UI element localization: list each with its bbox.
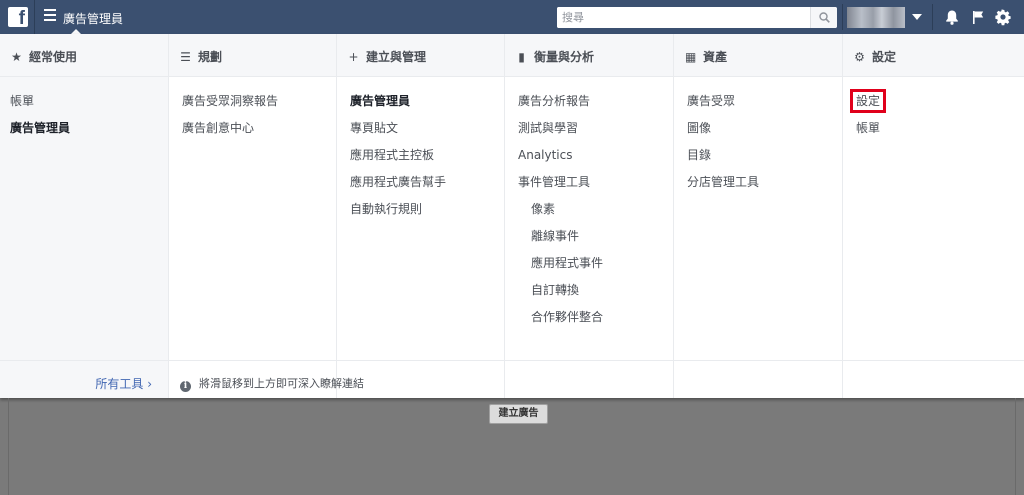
menu-item-billing[interactable]: 帳單	[843, 121, 1024, 148]
top-navigation-bar: f 廣告管理員	[0, 0, 1024, 35]
column-settings: ⚙ 設定 設定 帳單	[843, 34, 1024, 398]
menu-item-ads-reporting[interactable]: 廣告分析報告	[505, 94, 673, 121]
create-ad-button[interactable]: 建立廣告	[489, 404, 548, 424]
menu-item-analytics[interactable]: Analytics	[505, 148, 673, 175]
tools-menu-panel: ★ 經常使用 帳單 廣告管理員 ☰ 規劃 廣告受眾洞察報告 廣告創意中心 + 建立與管…	[0, 34, 1024, 398]
menu-item-app-ads-helper[interactable]: 應用程式廣告幫手	[337, 175, 504, 202]
hover-hint: i 將滑鼠移到上方即可深入瞭解連結	[180, 375, 364, 392]
divider	[842, 4, 843, 30]
menu-item-app-dashboard[interactable]: 應用程式主控板	[337, 148, 504, 175]
panel-footer: 所有工具 › i 將滑鼠移到上方即可深入瞭解連結	[0, 360, 1024, 398]
search-box	[557, 7, 837, 28]
menu-item-audiences[interactable]: 廣告受眾	[674, 94, 842, 121]
menu-item-store-locations[interactable]: 分店管理工具	[674, 175, 842, 202]
plus-icon: +	[348, 50, 359, 64]
chevron-right-icon: ›	[147, 377, 152, 391]
menu-item-ads-manager[interactable]: 廣告管理員	[0, 121, 168, 148]
column-frequently-used: ★ 經常使用 帳單 廣告管理員	[0, 34, 169, 398]
profile-avatar[interactable]	[847, 7, 905, 28]
menu-item-events-manager[interactable]: 事件管理工具	[505, 175, 673, 202]
menu-item-page-posts[interactable]: 專頁貼文	[337, 121, 504, 148]
menu-item-ads-manager[interactable]: 廣告管理員	[337, 94, 504, 121]
gear-icon: ⚙	[854, 50, 865, 64]
column-create-manage: + 建立與管理 廣告管理員 專頁貼文 應用程式主控板 應用程式廣告幫手 自動執行規…	[337, 34, 505, 398]
bell-icon[interactable]	[943, 8, 961, 26]
search-input[interactable]	[557, 7, 809, 28]
menu-item-test-and-learn[interactable]: 測試與學習	[505, 121, 673, 148]
menu-item-automated-rules[interactable]: 自動執行規則	[337, 202, 504, 229]
column-measure-report: ▮ 衡量與分析 廣告分析報告 測試與學習 Analytics 事件管理工具 像素 …	[505, 34, 674, 398]
menu-item-offline-events[interactable]: 離線事件	[505, 229, 673, 256]
column-header: ▮ 衡量與分析	[505, 34, 673, 77]
column-header: ☰ 規劃	[169, 34, 336, 77]
all-tools-link[interactable]: 所有工具 ›	[95, 375, 152, 392]
bar-chart-icon: ▮	[518, 50, 525, 64]
facebook-logo[interactable]: f	[8, 7, 28, 27]
menu-item-catalogs[interactable]: 目錄	[674, 148, 842, 175]
menu-item-settings[interactable]: 設定	[843, 89, 1024, 121]
menu-item-partner-integrations[interactable]: 合作夥伴整合	[505, 310, 673, 337]
column-header: ▦ 資產	[674, 34, 842, 77]
column-header: ★ 經常使用	[0, 34, 168, 77]
flag-icon[interactable]	[969, 8, 987, 26]
menu-item-audience-insights[interactable]: 廣告受眾洞察報告	[169, 94, 336, 121]
column-header: ⚙ 設定	[843, 34, 1024, 77]
grid-icon: ▦	[685, 50, 697, 64]
menu-item-custom-conversions[interactable]: 自訂轉換	[505, 283, 673, 310]
menu-item-images[interactable]: 圖像	[674, 121, 842, 148]
chevron-down-icon[interactable]	[912, 14, 922, 20]
menu-icon[interactable]	[44, 9, 56, 23]
gear-icon[interactable]	[994, 8, 1012, 26]
column-plan: ☰ 規劃 廣告受眾洞察報告 廣告創意中心	[169, 34, 337, 398]
highlight-box: 設定	[850, 89, 887, 113]
search-button[interactable]	[810, 7, 837, 28]
menu-item-app-events[interactable]: 應用程式事件	[505, 256, 673, 283]
search-icon	[819, 12, 830, 23]
divider	[932, 4, 933, 30]
menu-item-billing[interactable]: 帳單	[0, 94, 168, 121]
list-icon: ☰	[180, 50, 191, 64]
column-header: + 建立與管理	[337, 34, 504, 77]
footer-left: 所有工具 ›	[0, 361, 169, 398]
column-assets: ▦ 資產 廣告受眾 圖像 目錄 分店管理工具	[674, 34, 843, 398]
divider	[34, 0, 35, 34]
menu-item-pixels[interactable]: 像素	[505, 202, 673, 229]
menu-item-creative-hub[interactable]: 廣告創意中心	[169, 121, 336, 148]
star-icon: ★	[11, 50, 22, 64]
app-title[interactable]: 廣告管理員	[63, 10, 123, 27]
info-icon: i	[180, 381, 191, 392]
